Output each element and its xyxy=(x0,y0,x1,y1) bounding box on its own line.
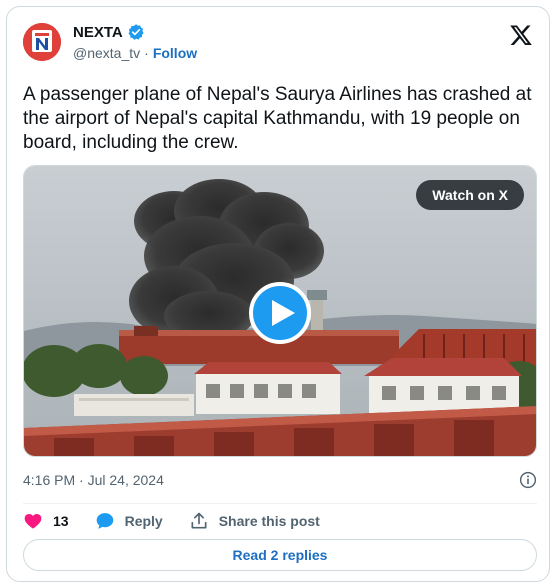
nexta-logo-icon xyxy=(23,23,61,61)
avatar[interactable] xyxy=(23,23,61,61)
verified-badge-icon xyxy=(127,23,145,41)
tweet-text: A passenger plane of Nepal's Saurya Airl… xyxy=(23,84,532,153)
video-player[interactable]: Watch on X xyxy=(23,165,537,457)
divider xyxy=(23,503,537,504)
reply-label: Reply xyxy=(124,513,163,529)
reply-button[interactable]: Reply xyxy=(95,511,163,531)
tweet-header: NEXTA @nexta_tv · Follow xyxy=(23,21,533,65)
author-handle-row: @nexta_tv · Follow xyxy=(73,45,197,61)
share-icon xyxy=(191,512,207,529)
tweet-timestamp[interactable]: 4:16 PM · Jul 24, 2024 xyxy=(23,472,164,488)
heart-icon xyxy=(24,514,42,529)
tweet-meta: 4:16 PM · Jul 24, 2024 xyxy=(23,469,537,491)
share-label: Share this post xyxy=(218,513,320,529)
author-name-row: NEXTA xyxy=(73,23,145,41)
like-button[interactable]: 13 xyxy=(23,511,69,531)
share-button[interactable]: Share this post xyxy=(189,511,320,531)
info-icon[interactable] xyxy=(519,471,537,489)
follow-button[interactable]: Follow xyxy=(153,45,197,61)
tweet-card: NEXTA @nexta_tv · Follow A passenger pla… xyxy=(6,6,550,582)
play-icon xyxy=(272,300,295,326)
separator-dot: · xyxy=(144,45,149,61)
read-replies-button[interactable]: Read 2 replies xyxy=(23,539,537,571)
watch-on-x-button[interactable]: Watch on X xyxy=(416,180,524,210)
author-name[interactable]: NEXTA xyxy=(73,24,123,41)
x-logo-icon[interactable] xyxy=(509,23,533,47)
play-button[interactable] xyxy=(249,282,311,344)
like-count: 13 xyxy=(53,513,69,529)
action-bar: 13 Reply Share this post xyxy=(23,509,320,533)
reply-bubble-icon xyxy=(96,513,113,529)
author-handle[interactable]: @nexta_tv xyxy=(73,45,140,61)
